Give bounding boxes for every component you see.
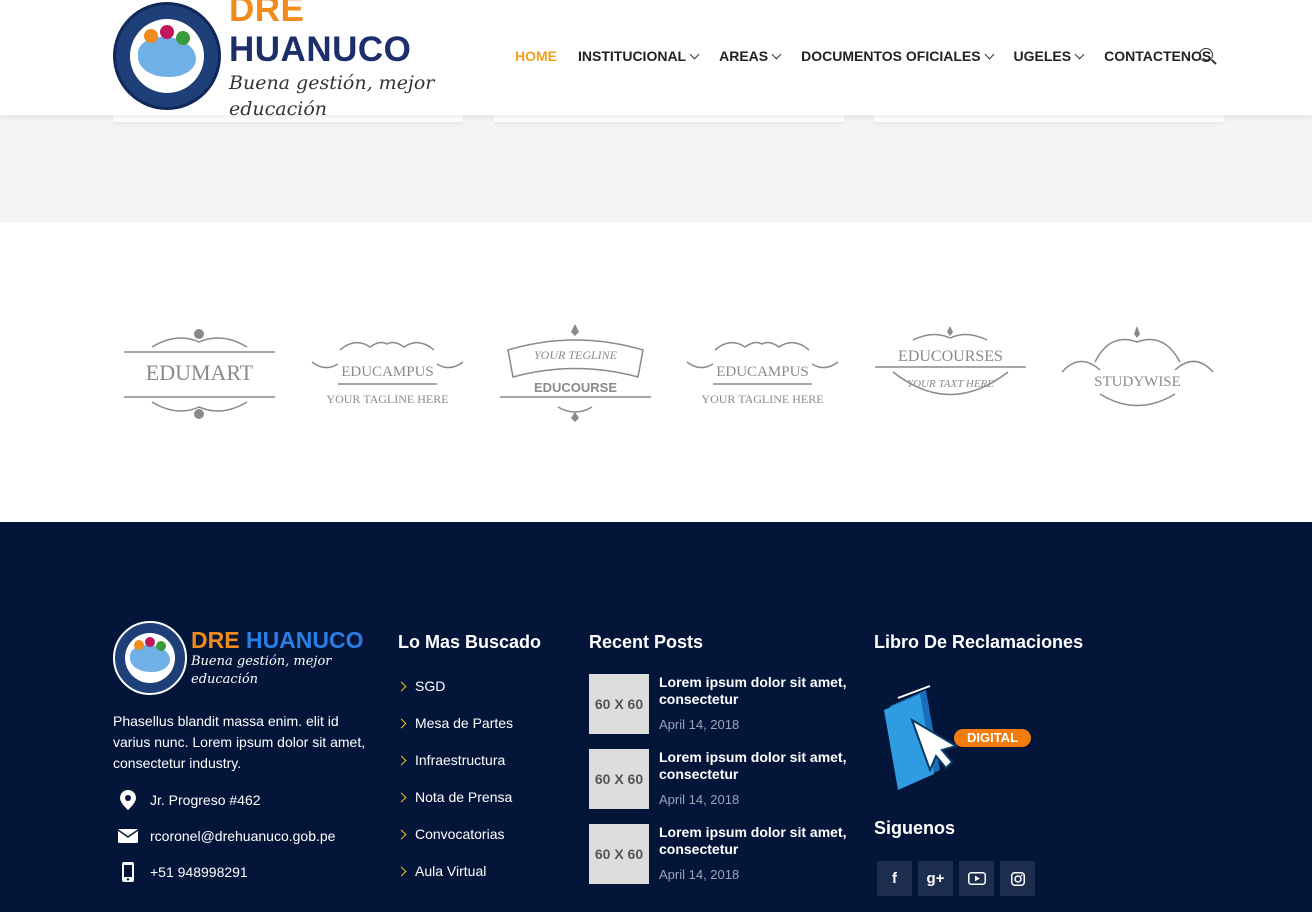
contact-email[interactable]: rcoronel@drehuanuco.gob.pe [118, 826, 335, 846]
logo-title: DRE HUANUCO [229, 0, 412, 69]
nav-home[interactable]: HOME [515, 48, 557, 64]
post-thumbnail[interactable]: 60 X 60 [589, 749, 649, 809]
links-title: Lo Mas Buscado [398, 632, 542, 652]
partner-tagline: YOUR TAGLINE HERE [326, 392, 449, 406]
contact-phone: +51 948998291 [118, 862, 248, 882]
footer-logo-title: DRE HUANUCO [191, 627, 364, 653]
chevron-down-icon [771, 49, 782, 59]
recent-posts-title: Recent Posts [589, 632, 704, 652]
nav-documentos-oficiales[interactable]: DOCUMENTOS OFICIALES [801, 48, 994, 64]
partner-name: EDUCAMPUS [716, 364, 809, 380]
partner-name: STUDYWISE [1094, 374, 1181, 390]
youtube-button[interactable] [959, 861, 994, 896]
contact-address: Jr. Progreso #462 [118, 790, 261, 810]
footer-link-convocatorias[interactable]: Convocatorias [396, 826, 505, 842]
siguenos-title: Siguenos [874, 818, 956, 838]
partner-logos-section: EDUMART EDUCAMPUS YOUR TAGLINE HERE YOUR… [0, 222, 1312, 522]
content-band [0, 115, 1312, 222]
chevron-down-icon [984, 49, 994, 59]
google-plus-icon: g+ [926, 870, 945, 887]
main-nav: HOME INSTITUCIONAL AREAS DOCUMENTOS OFIC… [515, 45, 1232, 67]
nav-ugeles[interactable]: UGELES [1014, 48, 1085, 64]
dre-seal-logo [113, 2, 221, 110]
post-title[interactable]: Lorem ipsum dolor sit amet, consectetur [659, 674, 849, 708]
chevron-right-icon [396, 792, 407, 802]
footer-link-sgd[interactable]: SGD [396, 678, 445, 694]
card-bottom-edge [874, 115, 1224, 122]
partner-logo-educampus[interactable]: EDUCAMPUS YOUR TAGLINE HERE [685, 322, 840, 422]
facebook-button[interactable]: f [877, 861, 912, 896]
card-bottom-edge [494, 115, 844, 122]
partner-logo-educourses[interactable]: EDUCOURSES YOUR TAXT HERE [873, 322, 1028, 422]
nav-contactenos[interactable]: CONTACTENOS [1104, 48, 1211, 64]
partner-name: EDUMART [145, 360, 254, 385]
partner-tagline: YOUR TEGLINE [533, 348, 617, 362]
footer-logo[interactable]: DRE HUANUCO Buena gestión, mejor educaci… [113, 620, 373, 696]
partner-logo-educourse[interactable]: YOUR TEGLINE EDUCOURSE [498, 322, 653, 422]
partner-name: EDUCOURSE [533, 380, 618, 395]
recent-post[interactable]: 60 X 60 Lorem ipsum dolor sit amet, cons… [589, 824, 849, 884]
footer-link-nota-de-prensa[interactable]: Nota de Prensa [396, 789, 512, 805]
site-header: DRE HUANUCO Buena gestión, mejor educaci… [0, 0, 1312, 120]
digital-badge: DIGITAL [966, 730, 1019, 745]
chevron-down-icon [689, 49, 700, 59]
post-thumbnail[interactable]: 60 X 60 [589, 674, 649, 734]
chevron-right-icon [396, 829, 407, 839]
nav-institucional[interactable]: INSTITUCIONAL [578, 48, 700, 64]
footer-link-infraestructura[interactable]: Infraestructura [396, 752, 505, 768]
chevron-down-icon [1074, 49, 1085, 59]
post-title[interactable]: Lorem ipsum dolor sit amet, consectetur [659, 749, 849, 783]
google-plus-button[interactable]: g+ [918, 861, 953, 896]
post-date: April 14, 2018 [659, 867, 740, 882]
post-date: April 14, 2018 [659, 792, 740, 807]
partner-name: EDUCAMPUS [341, 364, 434, 380]
partner-name: EDUCOURSES [898, 348, 1003, 365]
envelope-icon [118, 826, 138, 846]
location-pin-icon [118, 790, 138, 810]
youtube-icon [967, 872, 986, 885]
recent-post[interactable]: 60 X 60 Lorem ipsum dolor sit amet, cons… [589, 749, 849, 809]
partner-tagline: YOUR TAGLINE HERE [701, 392, 824, 406]
footer-link-aula-virtual[interactable]: Aula Virtual [396, 863, 486, 879]
post-title[interactable]: Lorem ipsum dolor sit amet, consectetur [659, 824, 849, 858]
footer-logo-tagline: Buena gestión, mejor educación [191, 654, 332, 687]
search-icon[interactable] [1199, 48, 1213, 62]
chevron-right-icon [396, 755, 407, 765]
chevron-right-icon [396, 718, 407, 728]
libro-title: Libro De Reclamaciones [874, 632, 1084, 652]
post-date: April 14, 2018 [659, 717, 740, 732]
recent-post[interactable]: 60 X 60 Lorem ipsum dolor sit amet, cons… [589, 674, 849, 734]
partner-tagline: YOUR TAXT HERE [907, 378, 994, 390]
libro-reclamaciones-link[interactable]: DIGITAL [878, 684, 1033, 792]
nav-areas[interactable]: AREAS [719, 48, 782, 64]
partner-logo-educampus[interactable]: EDUCAMPUS YOUR TAGLINE HERE [310, 322, 465, 422]
mobile-phone-icon [118, 862, 138, 882]
instagram-icon [1010, 871, 1025, 886]
logo-tagline: Buena gestión, mejor educación [229, 72, 435, 120]
footer-link-mesa-de-partes[interactable]: Mesa de Partes [396, 715, 513, 731]
post-thumbnail[interactable]: 60 X 60 [589, 824, 649, 884]
partner-logo-studywise[interactable]: STUDYWISE [1060, 322, 1215, 422]
site-logo[interactable]: DRE HUANUCO Buena gestión, mejor educaci… [113, 0, 488, 120]
partner-logo-edumart[interactable]: EDUMART [122, 322, 277, 422]
dre-seal-logo [113, 621, 187, 695]
chevron-right-icon [396, 681, 407, 691]
site-footer: DRE HUANUCO Buena gestión, mejor educaci… [0, 522, 1312, 912]
instagram-button[interactable] [1000, 861, 1035, 896]
facebook-icon: f [892, 870, 897, 887]
footer-description: Phasellus blandit massa enim. elit id va… [113, 713, 366, 771]
chevron-right-icon [396, 866, 407, 876]
